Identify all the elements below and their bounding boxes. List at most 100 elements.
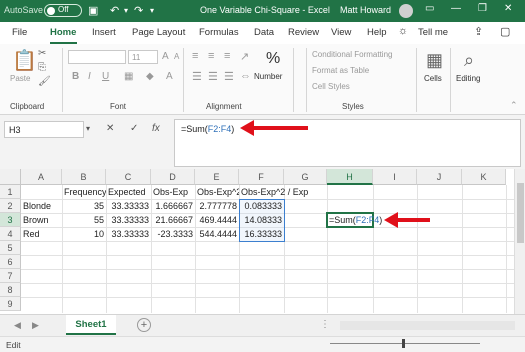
- column-header-f[interactable]: F: [239, 169, 284, 185]
- cell-a4[interactable]: Red: [21, 227, 62, 241]
- fill-color-icon[interactable]: ◆: [146, 71, 154, 82]
- vertical-scrollbar[interactable]: [514, 169, 525, 314]
- row-header[interactable]: 3: [0, 213, 21, 227]
- paste-icon[interactable]: 📋: [12, 48, 37, 73]
- row-header[interactable]: 9: [0, 297, 21, 311]
- underline-button[interactable]: U: [102, 71, 109, 82]
- tab-file[interactable]: File: [12, 27, 27, 38]
- sheet-tab[interactable]: Sheet1: [66, 315, 116, 335]
- align-left-icon[interactable]: ☰: [192, 70, 202, 83]
- paste-label[interactable]: Paste: [10, 74, 30, 83]
- active-cell-h3[interactable]: =Sum(F2:F4): [326, 212, 382, 228]
- tab-insert[interactable]: Insert: [92, 27, 116, 38]
- column-header-j[interactable]: J: [417, 169, 462, 185]
- column-header-b[interactable]: B: [62, 169, 106, 185]
- font-color-icon[interactable]: A: [166, 71, 173, 82]
- tab-split-icon[interactable]: ⋮: [320, 319, 330, 330]
- italic-button[interactable]: I: [88, 71, 91, 82]
- cell-d1[interactable]: Obs-Exp: [151, 185, 195, 199]
- user-name[interactable]: Matt Howard: [340, 5, 391, 15]
- format-painter-icon[interactable]: 🖌: [38, 76, 51, 87]
- cells-icon[interactable]: ▦: [426, 50, 443, 71]
- column-header-k[interactable]: K: [462, 169, 506, 185]
- horizontal-scrollbar[interactable]: [340, 321, 515, 330]
- cut-icon[interactable]: ✂: [38, 48, 46, 59]
- row-header[interactable]: 5: [0, 241, 21, 255]
- tab-data[interactable]: Data: [254, 27, 274, 38]
- merge-icon[interactable]: ⇔: [240, 70, 251, 82]
- borders-icon[interactable]: ▦: [124, 71, 133, 82]
- worksheet-grid[interactable]: A B C D E F G H I J K 1 2 3 4 5 6 7 8 9 …: [0, 169, 525, 314]
- insert-function-button[interactable]: fx: [152, 123, 160, 134]
- bold-button[interactable]: B: [72, 71, 79, 82]
- cell-b4[interactable]: 10: [62, 227, 106, 241]
- cell-c4[interactable]: 33.33333: [106, 227, 151, 241]
- cell-e4[interactable]: 544.4444: [195, 227, 239, 241]
- cell-a3[interactable]: Brown: [21, 213, 62, 227]
- number-format-icon[interactable]: %: [266, 50, 280, 68]
- save-icon[interactable]: ▣: [88, 4, 98, 17]
- font-name-dropdown[interactable]: [68, 50, 126, 64]
- customize-toolbar-icon[interactable]: ▾: [150, 6, 154, 15]
- column-header-d[interactable]: D: [151, 169, 195, 185]
- copy-icon[interactable]: ⎘: [38, 62, 46, 73]
- cell-e1[interactable]: Obs-Exp^2: [195, 185, 239, 199]
- enter-button[interactable]: ✓: [130, 123, 138, 134]
- tab-review[interactable]: Review: [288, 27, 319, 38]
- cell-styles-button[interactable]: Cell Styles: [312, 82, 350, 91]
- column-header-c[interactable]: C: [106, 169, 151, 185]
- cell-c1[interactable]: Expected: [106, 185, 151, 199]
- minimize-icon[interactable]: —: [451, 3, 461, 14]
- align-right-icon[interactable]: ☰: [224, 70, 234, 83]
- cell-b3[interactable]: 55: [62, 213, 106, 227]
- font-size-dropdown[interactable]: 11: [128, 50, 158, 64]
- autosave-toggle[interactable]: Off: [44, 4, 82, 17]
- tab-help[interactable]: Help: [367, 27, 387, 38]
- row-header[interactable]: 6: [0, 255, 21, 269]
- zoom-slider-knob[interactable]: [402, 339, 405, 348]
- cells-label[interactable]: Cells: [424, 74, 442, 83]
- cell-f4[interactable]: 16.33333: [239, 227, 284, 241]
- cell-d2[interactable]: 1.666667: [151, 199, 195, 213]
- column-header-i[interactable]: I: [373, 169, 417, 185]
- undo-icon[interactable]: ↶: [110, 4, 119, 17]
- restore-icon[interactable]: ❐: [478, 3, 487, 14]
- cell-c2[interactable]: 33.33333: [106, 199, 151, 213]
- formula-input[interactable]: =Sum(F2:F4): [174, 119, 521, 167]
- cell-e3[interactable]: 469.4444: [195, 213, 239, 227]
- name-box-dropdown-icon[interactable]: ▾: [86, 124, 90, 133]
- cell-f3[interactable]: 14.08333: [239, 213, 284, 227]
- redo-icon[interactable]: ↷: [134, 4, 143, 17]
- tab-home[interactable]: Home: [50, 27, 76, 38]
- conditional-formatting-button[interactable]: Conditional Formatting: [312, 50, 392, 59]
- share-icon[interactable]: ⇪: [474, 25, 483, 38]
- cancel-button[interactable]: ✕: [106, 123, 114, 134]
- editing-label[interactable]: Editing: [456, 74, 480, 83]
- cell-d3[interactable]: 21.66667: [151, 213, 195, 227]
- cell-d4[interactable]: -23.3333: [151, 227, 195, 241]
- tab-view[interactable]: View: [331, 27, 351, 38]
- column-header-h[interactable]: H: [327, 169, 373, 185]
- cell-a2[interactable]: Blonde: [21, 199, 62, 213]
- top-align-icon[interactable]: ≡: [192, 50, 198, 62]
- cell-f2[interactable]: 0.083333: [239, 199, 284, 213]
- close-icon[interactable]: ✕: [504, 3, 512, 14]
- column-header-g[interactable]: G: [284, 169, 327, 185]
- ribbon-display-icon[interactable]: ▭: [425, 3, 434, 14]
- align-center-icon[interactable]: ☰: [208, 70, 218, 83]
- cell-b1[interactable]: Frequency: [62, 185, 106, 199]
- tab-formulas[interactable]: Formulas: [199, 27, 239, 38]
- collapse-ribbon-icon[interactable]: ⌃: [510, 100, 518, 111]
- middle-align-icon[interactable]: ≡: [208, 50, 214, 62]
- shrink-font-icon[interactable]: A: [174, 52, 179, 61]
- cell-f1[interactable]: Obs-Exp^2 / Exp: [239, 185, 327, 199]
- zoom-slider[interactable]: [330, 343, 480, 344]
- tell-me-search[interactable]: Tell me: [418, 27, 448, 38]
- column-header-e[interactable]: E: [195, 169, 239, 185]
- undo-dropdown-icon[interactable]: ▾: [124, 6, 128, 15]
- grow-font-icon[interactable]: A: [162, 51, 169, 62]
- tab-page-layout[interactable]: Page Layout: [132, 27, 185, 38]
- cell-b2[interactable]: 35: [62, 199, 106, 213]
- add-sheet-icon[interactable]: +: [137, 318, 151, 332]
- find-icon[interactable]: ⌕: [464, 50, 474, 71]
